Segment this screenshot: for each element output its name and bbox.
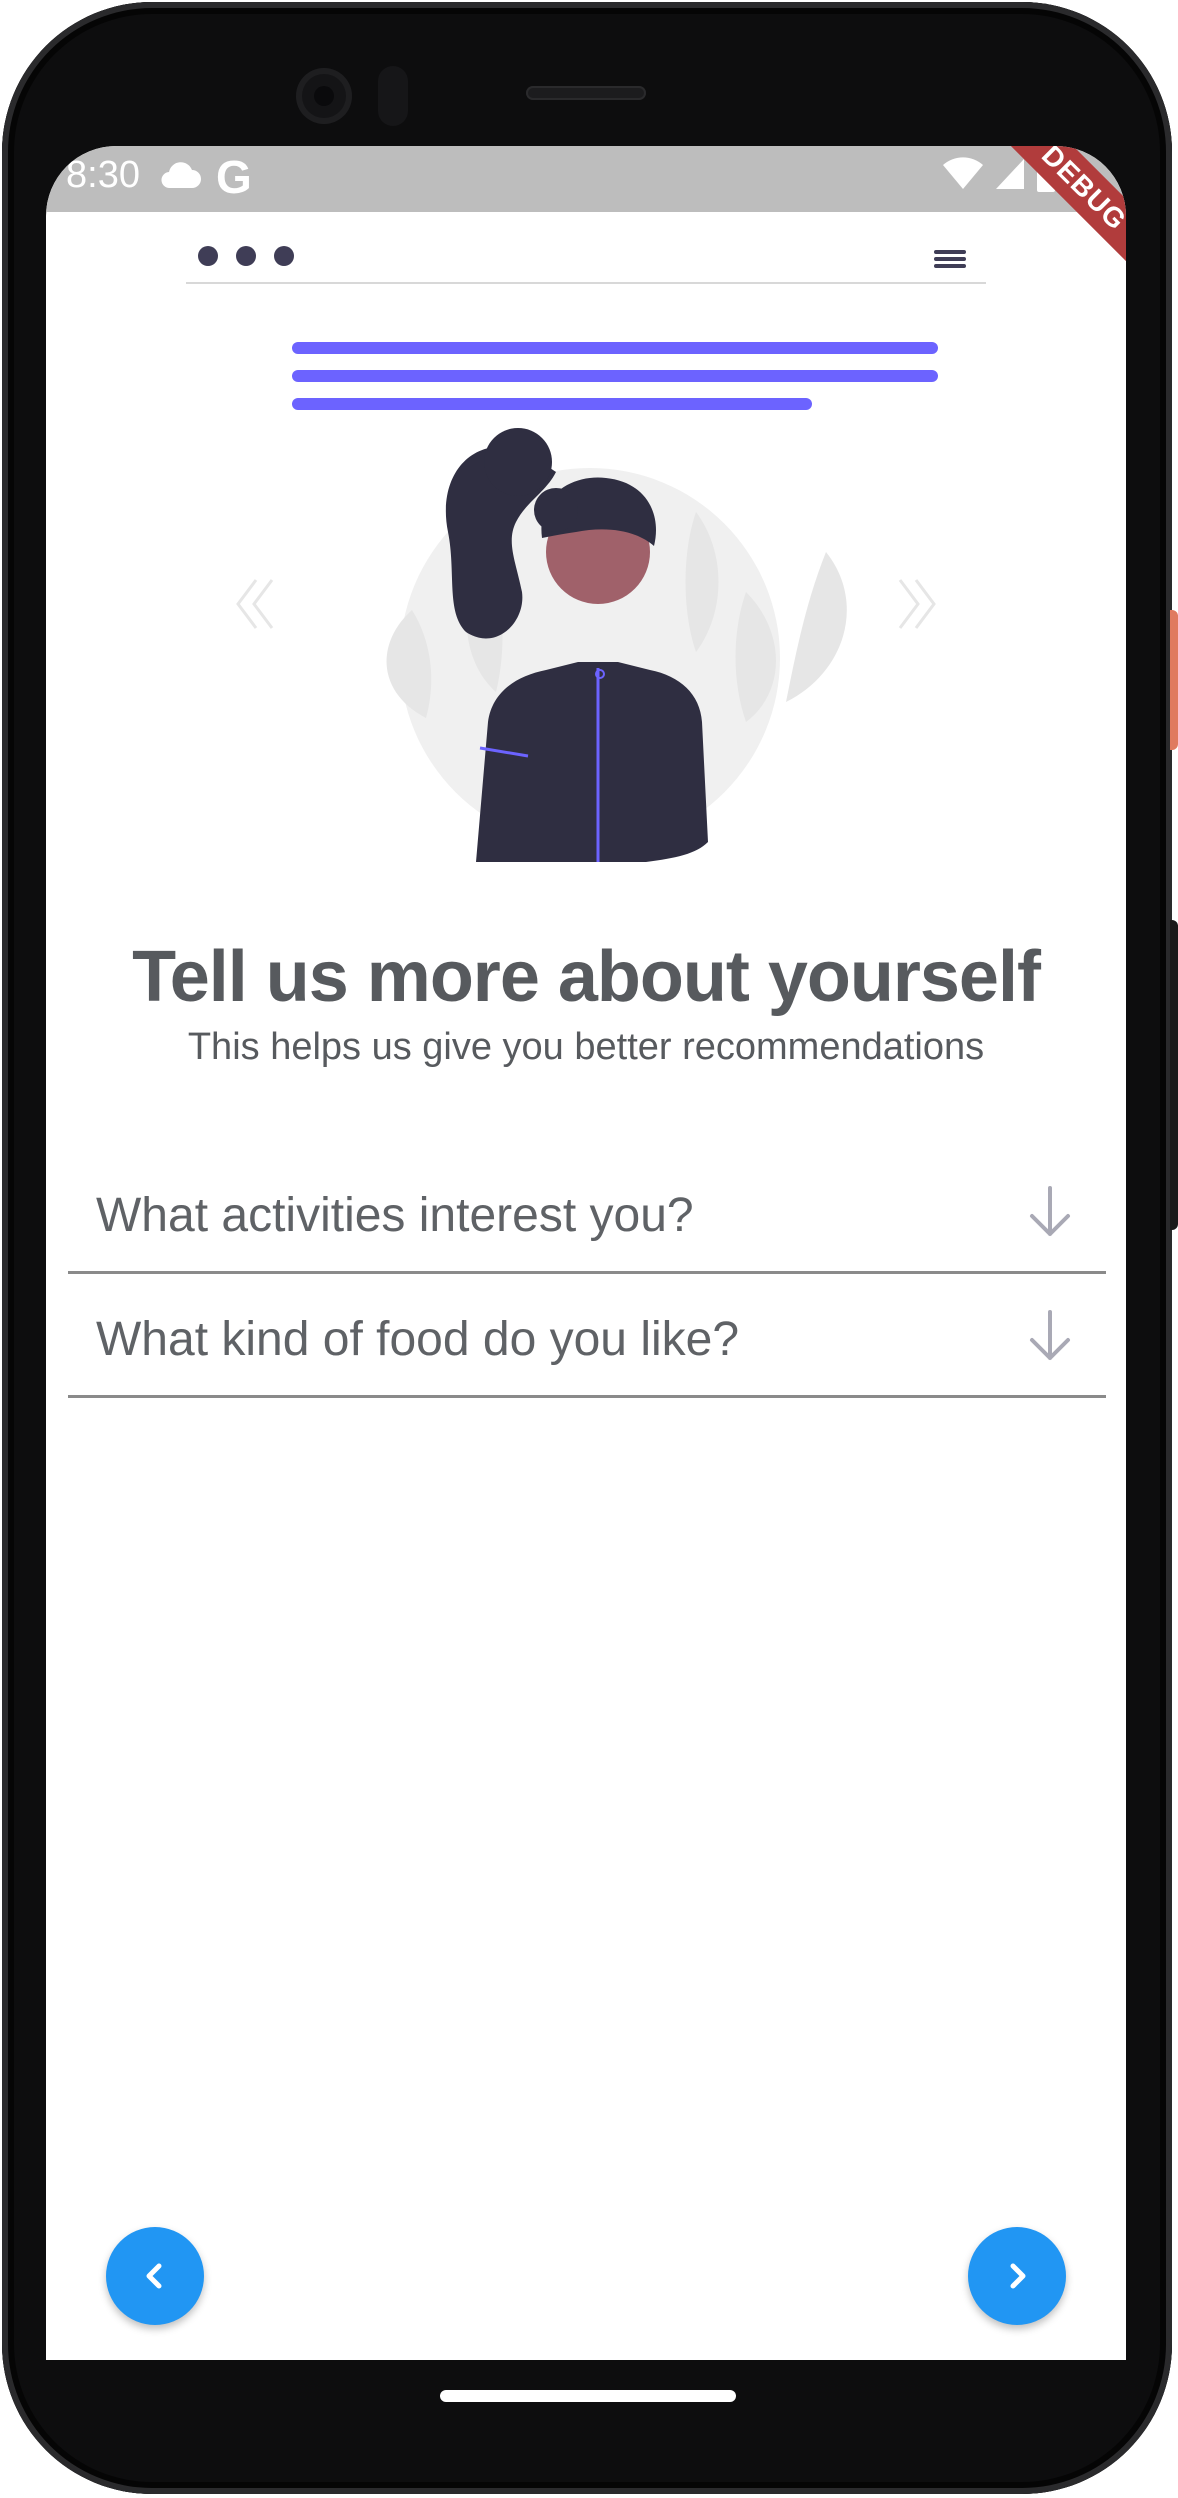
proximity-sensor [378, 66, 408, 126]
volume-button [1170, 920, 1178, 1230]
next-button[interactable] [968, 2227, 1066, 2325]
window-dots [198, 246, 294, 266]
question-dropdown-activities[interactable]: What activities interest you? [68, 1156, 1106, 1274]
placeholder-line [292, 370, 938, 382]
arrow-down-icon [1030, 1186, 1070, 1236]
chevron-left-icon [146, 2263, 162, 2289]
front-camera [296, 68, 352, 124]
wifi-icon [943, 157, 983, 189]
dot [198, 246, 218, 266]
previous-button[interactable] [106, 2227, 204, 2325]
right-chevrons-icon [898, 579, 936, 629]
app-screen: 8:30 G DEBUG Tell us more about yourself… [46, 146, 1126, 2360]
page-subtitle: This helps us give you better recommenda… [187, 1026, 985, 1068]
left-chevrons-icon [236, 579, 274, 629]
phone-frame: 8:30 G DEBUG Tell us more about yourself… [0, 0, 1178, 2498]
placeholder-line [292, 342, 938, 354]
status-bar: 8:30 G [46, 146, 1126, 212]
dot [274, 246, 294, 266]
question-label: What activities interest you? [96, 1189, 694, 1242]
menu-icon[interactable] [934, 246, 966, 272]
profile-illustration [236, 428, 936, 862]
chevron-right-icon [1010, 2263, 1026, 2289]
earpiece-speaker [526, 86, 646, 100]
google-icon: G [216, 151, 252, 203]
home-indicator[interactable] [440, 2390, 736, 2402]
power-button [1170, 610, 1178, 750]
dot [236, 246, 256, 266]
arrow-down-icon [1030, 1310, 1070, 1360]
signal-icon [996, 159, 1024, 189]
question-dropdown-food[interactable]: What kind of food do you like? [68, 1280, 1106, 1398]
cloud-icon [161, 162, 201, 189]
header-placeholder-lines [292, 342, 938, 426]
top-nav [186, 236, 986, 284]
page-title: Tell us more about yourself [132, 937, 1041, 1017]
placeholder-line [292, 398, 812, 410]
question-label: What kind of food do you like? [96, 1313, 740, 1366]
status-time: 8:30 [66, 154, 140, 196]
